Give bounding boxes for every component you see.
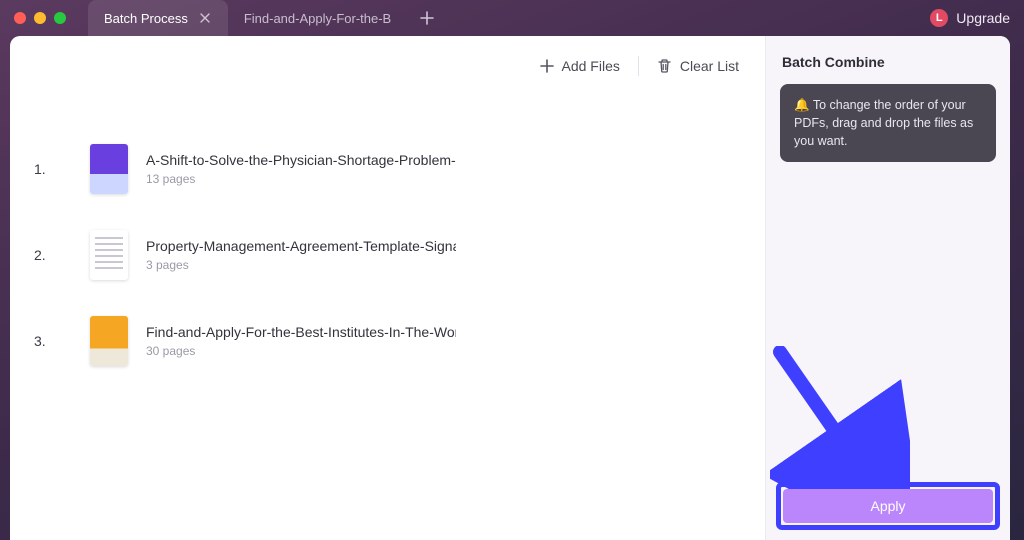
- plus-icon: [540, 59, 554, 73]
- tab-label: Find-and-Apply-For-the-B: [244, 11, 391, 26]
- file-pages: 3 pages: [146, 258, 735, 272]
- apply-button[interactable]: Apply: [783, 489, 993, 523]
- toolbar: Add Files Clear List: [10, 36, 765, 96]
- tab-label: Batch Process: [104, 11, 188, 26]
- trash-icon: [657, 58, 672, 74]
- toolbar-divider: [638, 56, 639, 76]
- close-window-button[interactable]: [14, 12, 26, 24]
- side-panel-title: Batch Combine: [782, 54, 994, 70]
- apply-highlight: Apply: [776, 482, 1000, 530]
- new-tab-button[interactable]: [413, 4, 441, 32]
- file-pages: 13 pages: [146, 172, 735, 186]
- app-window: Add Files Clear List 1. A-Shift-to-Solve…: [10, 36, 1010, 540]
- list-item[interactable]: 2. Property-Management-Agreement-Templat…: [10, 212, 765, 298]
- file-name: Find-and-Apply-For-the-Best-Institutes-I…: [146, 324, 456, 340]
- side-panel: Batch Combine 🔔 To change the order of y…: [766, 36, 1010, 540]
- tab-find-and-apply[interactable]: Find-and-Apply-For-the-B: [228, 0, 407, 36]
- window-controls: [14, 12, 66, 24]
- item-index: 2.: [34, 247, 46, 263]
- item-index: 1.: [34, 161, 46, 177]
- list-item[interactable]: 1. A-Shift-to-Solve-the-Physician-Shorta…: [10, 126, 765, 212]
- upgrade-label: Upgrade: [956, 10, 1010, 26]
- zoom-window-button[interactable]: [54, 12, 66, 24]
- main-panel: Add Files Clear List 1. A-Shift-to-Solve…: [10, 36, 766, 540]
- file-name: A-Shift-to-Solve-the-Physician-Shortage-…: [146, 152, 456, 168]
- item-index: 3.: [34, 333, 46, 349]
- file-thumbnail: [90, 316, 128, 366]
- file-name: Property-Management-Agreement-Template-S…: [146, 238, 456, 254]
- clear-list-label: Clear List: [680, 58, 739, 74]
- tip-text: To change the order of your PDFs, drag a…: [794, 98, 973, 148]
- upgrade-button[interactable]: L Upgrade: [930, 0, 1010, 36]
- titlebar: Batch Process Find-and-Apply-For-the-B L…: [0, 0, 1024, 36]
- close-icon[interactable]: [198, 11, 212, 25]
- file-thumbnail: [90, 230, 128, 280]
- file-list: 1. A-Shift-to-Solve-the-Physician-Shorta…: [10, 96, 765, 540]
- file-thumbnail: [90, 144, 128, 194]
- add-files-button[interactable]: Add Files: [540, 58, 620, 74]
- tab-batch-process[interactable]: Batch Process: [88, 0, 228, 36]
- list-item[interactable]: 3. Find-and-Apply-For-the-Best-Institute…: [10, 298, 765, 384]
- minimize-window-button[interactable]: [34, 12, 46, 24]
- file-pages: 30 pages: [146, 344, 735, 358]
- add-files-label: Add Files: [562, 58, 620, 74]
- tab-strip: Batch Process Find-and-Apply-For-the-B: [88, 0, 441, 36]
- clear-list-button[interactable]: Clear List: [657, 58, 739, 74]
- tip-banner: 🔔 To change the order of your PDFs, drag…: [780, 84, 996, 162]
- bell-icon: 🔔: [794, 98, 810, 112]
- avatar: L: [930, 9, 948, 27]
